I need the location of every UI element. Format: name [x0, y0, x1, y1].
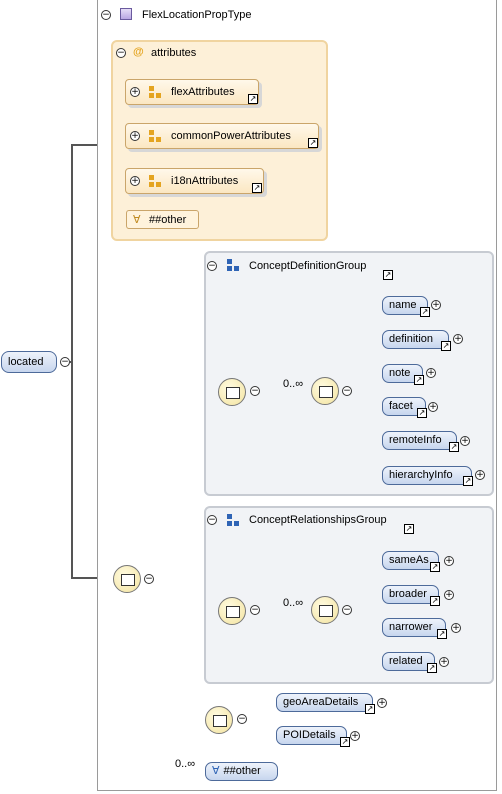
link-arrow-icon[interactable]: ↗	[420, 307, 430, 317]
expand-icon[interactable]: +	[130, 87, 140, 97]
group-label: ConceptRelationshipsGroup	[249, 514, 387, 526]
link-arrow-icon[interactable]: ↗	[252, 183, 262, 193]
group-icon	[227, 514, 239, 526]
link-arrow-icon[interactable]: ↗	[414, 375, 424, 385]
expand-icon[interactable]: +	[130, 131, 140, 141]
collapse-sequence-button[interactable]: −	[144, 574, 154, 584]
expand-icon[interactable]: +	[428, 402, 438, 412]
cardinality-label: 0..∞	[283, 378, 304, 390]
attribute-group-flexAttributes[interactable]: + flexAttributes ↗	[125, 79, 259, 105]
element-hierarchyInfo[interactable]: hierarchyInfo	[382, 466, 472, 485]
cardinality-label: 0..∞	[283, 597, 304, 609]
any-cardinality-label: 0..∞	[175, 758, 196, 770]
expand-icon[interactable]: +	[453, 334, 463, 344]
link-arrow-icon[interactable]: ↗	[430, 596, 440, 606]
link-arrow-icon[interactable]: ↗	[308, 138, 318, 148]
any-attribute[interactable]: ∀ ##other	[126, 210, 199, 229]
link-arrow-icon[interactable]: ↗	[383, 270, 393, 280]
choice-compositor[interactable]	[205, 706, 233, 734]
attribute-group-icon	[149, 175, 161, 187]
collapse-button[interactable]: −	[250, 386, 260, 396]
choice-compositor[interactable]	[311, 377, 339, 405]
link-arrow-icon[interactable]: ↗	[437, 629, 447, 639]
link-arrow-icon[interactable]: ↗	[365, 704, 375, 714]
root-element-located[interactable]: located	[1, 351, 57, 373]
element-definition[interactable]: definition	[382, 330, 449, 349]
complex-type-icon	[120, 8, 132, 20]
link-arrow-icon[interactable]: ↗	[449, 442, 459, 452]
wildcard-icon: ∀	[133, 214, 141, 226]
element-POIDetails[interactable]: POIDetails	[276, 726, 347, 745]
link-arrow-icon[interactable]: ↗	[340, 737, 350, 747]
at-icon: @	[133, 46, 144, 58]
link-arrow-icon[interactable]: ↗	[404, 524, 414, 534]
collapse-type-button[interactable]: −	[101, 10, 111, 20]
expand-icon[interactable]: +	[444, 556, 454, 566]
attribute-group-label: i18nAttributes	[171, 175, 239, 187]
link-arrow-icon[interactable]: ↗	[248, 94, 258, 104]
collapse-group-button[interactable]: −	[207, 261, 217, 271]
any-element[interactable]: ∀ ##other	[205, 762, 278, 781]
collapse-attributes-button[interactable]: −	[116, 48, 126, 58]
link-arrow-icon[interactable]: ↗	[430, 562, 440, 572]
collapse-button[interactable]: −	[342, 386, 352, 396]
collapse-button[interactable]: −	[342, 605, 352, 615]
attribute-group-icon	[149, 130, 161, 142]
collapse-button[interactable]: −	[237, 714, 247, 724]
any-attribute-label: ##other	[149, 214, 187, 226]
sequence-compositor[interactable]	[113, 565, 141, 593]
expand-icon[interactable]: +	[475, 470, 485, 480]
expand-icon[interactable]: +	[426, 368, 436, 378]
expand-icon[interactable]: +	[460, 436, 470, 446]
any-element-label: ##other	[223, 765, 261, 777]
link-arrow-icon[interactable]: ↗	[417, 408, 427, 418]
expand-icon[interactable]: +	[431, 300, 441, 310]
expand-icon[interactable]: +	[439, 657, 449, 667]
attribute-group-label: flexAttributes	[171, 86, 235, 98]
link-arrow-icon[interactable]: ↗	[441, 341, 451, 351]
group-icon	[227, 259, 239, 271]
collapse-group-button[interactable]: −	[207, 515, 217, 525]
choice-compositor[interactable]	[311, 596, 339, 624]
type-name: FlexLocationPropType	[142, 9, 252, 21]
expand-icon[interactable]: +	[444, 590, 454, 600]
sequence-compositor[interactable]	[218, 597, 246, 625]
link-arrow-icon[interactable]: ↗	[427, 663, 437, 673]
sequence-compositor[interactable]	[218, 378, 246, 406]
concept-definition-group-box	[204, 251, 494, 496]
expand-icon[interactable]: +	[377, 698, 387, 708]
element-geoAreaDetails[interactable]: geoAreaDetails	[276, 693, 373, 712]
attribute-group-i18nAttributes[interactable]: + i18nAttributes ↗	[125, 168, 264, 194]
expand-icon[interactable]: +	[130, 176, 140, 186]
element-remoteInfo[interactable]: remoteInfo	[382, 431, 457, 450]
attribute-group-label: commonPowerAttributes	[171, 130, 291, 142]
attributes-label: attributes	[151, 47, 197, 59]
attribute-group-icon	[149, 86, 161, 98]
group-label: ConceptDefinitionGroup	[249, 260, 367, 272]
expand-icon[interactable]: +	[451, 623, 461, 633]
collapse-root-button[interactable]: −	[60, 357, 70, 367]
attribute-group-commonPowerAttributes[interactable]: + commonPowerAttributes ↗	[125, 123, 319, 149]
link-arrow-icon[interactable]: ↗	[463, 476, 473, 486]
expand-icon[interactable]: +	[350, 731, 360, 741]
collapse-button[interactable]: −	[250, 605, 260, 615]
wildcard-icon: ∀	[212, 765, 220, 777]
